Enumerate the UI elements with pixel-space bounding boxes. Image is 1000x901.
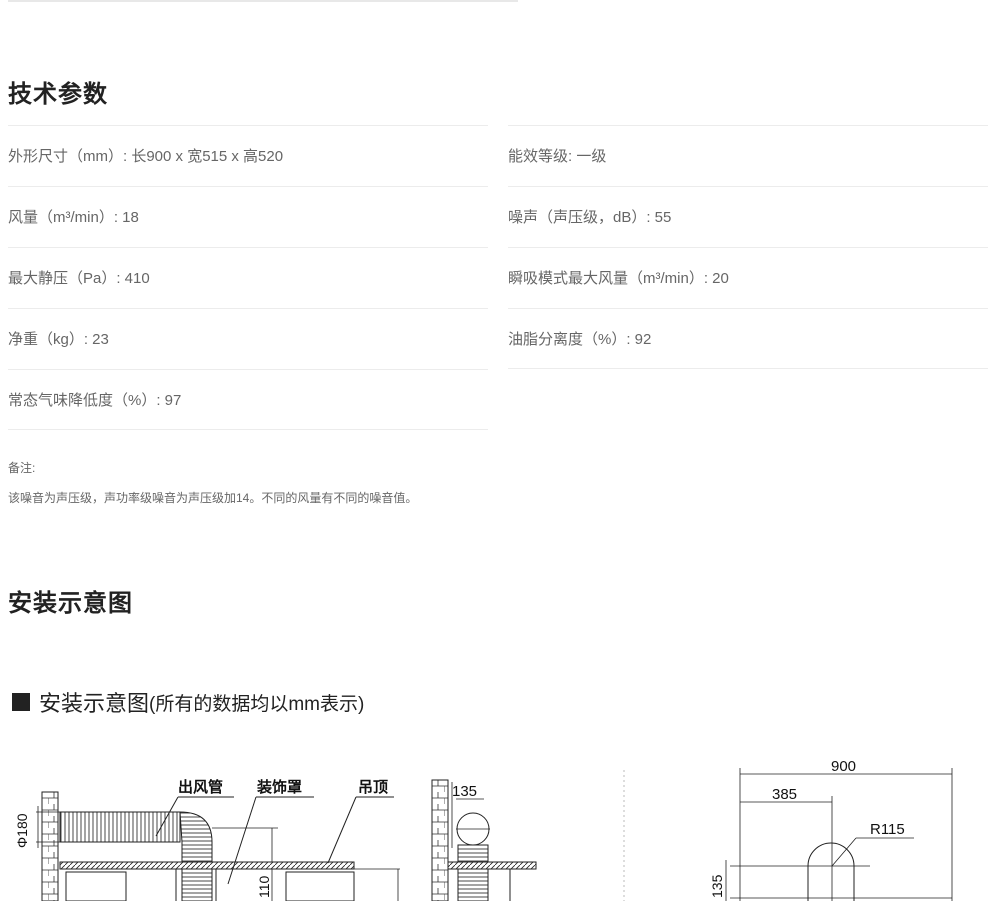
label-dim-110: 110 [256, 875, 272, 898]
spec-column-left: 外形尺寸（mm）: 长900 x 宽515 x 高520 风量（m³/min）:… [8, 125, 488, 430]
note-label: 备注: [8, 461, 36, 475]
spec-column-right: 能效等级: 一级 噪声（声压级，dB）: 55 瞬吸模式最大风量（m³/min）… [508, 125, 988, 369]
front-view-drawing: 135 [431, 779, 537, 901]
label-decor-cover: 装饰罩 [256, 778, 302, 796]
installation-drawing: 出风管 装饰罩 吊顶 Φ180 110 135 900 385 R115 135 [14, 758, 953, 901]
side-view-drawing: 出风管 装饰罩 吊顶 Φ180 110 [14, 778, 400, 901]
spec-net-weight: 净重（kg）: 23 [8, 308, 488, 369]
top-divider [8, 0, 518, 2]
spec-dimensions: 外形尺寸（mm）: 长900 x 宽515 x 高520 [8, 125, 488, 186]
label-dim-385: 385 [772, 786, 797, 803]
spec-max-static-pressure: 最大静压（Pa）: 410 [8, 247, 488, 308]
tech-spec-title: 技术参数 [8, 81, 108, 108]
diagram-heading: 安装示意图 (所有的数据均以mm表示) [12, 686, 364, 718]
install-diagram-title: 安装示意图 [8, 590, 133, 617]
spec-odor-reduction: 常态气味降低度（%）: 97 [8, 369, 488, 430]
label-ceiling: 吊顶 [358, 779, 388, 796]
label-dim-135-side: 135 [709, 874, 725, 898]
diagram-heading-subtext: (所有的数据均以mm表示) [149, 693, 365, 715]
label-r115: R115 [870, 821, 905, 838]
note-text: 该噪音为声压级，声功率级噪音为声压级加14。不同的风量有不同的噪音值。 [8, 491, 418, 505]
spec-boost-airflow: 瞬吸模式最大风量（m³/min）: 20 [508, 247, 988, 308]
spec-energy-grade: 能效等级: 一级 [508, 125, 988, 186]
label-phi-180: Φ180 [14, 813, 30, 848]
label-dim-900: 900 [831, 758, 856, 775]
spec-grease-separation: 油脂分离度（%）: 92 [508, 308, 988, 369]
label-outlet-pipe: 出风管 [178, 778, 223, 796]
diagram-heading-text: 安装示意图 [39, 691, 150, 716]
spec-noise: 噪声（声压级，dB）: 55 [508, 186, 988, 247]
spec-airflow: 风量（m³/min）: 18 [8, 186, 488, 247]
square-bullet-icon [12, 693, 30, 711]
label-dim-135-top: 135 [452, 783, 477, 800]
top-view-drawing: 900 385 R115 135 [709, 758, 953, 901]
